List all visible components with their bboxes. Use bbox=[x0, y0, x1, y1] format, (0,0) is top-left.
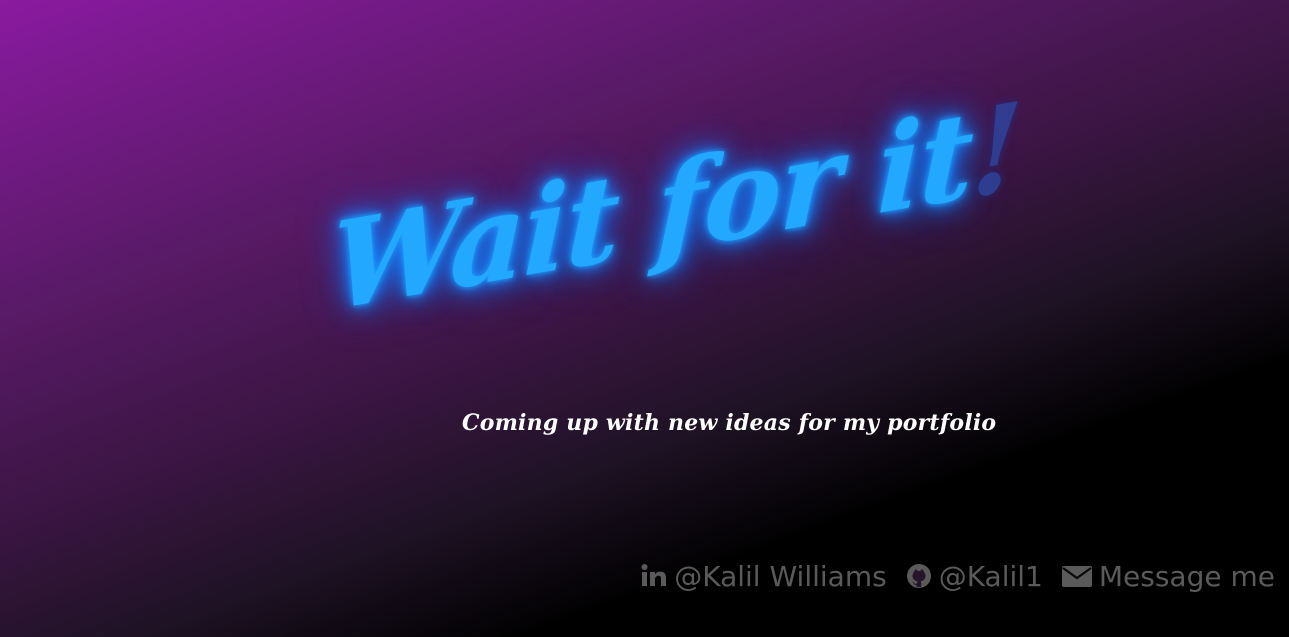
neon-sign: Wait for it! bbox=[330, 75, 1023, 410]
envelope-icon bbox=[1061, 562, 1093, 590]
linkedin-handle: @Kalil Williams bbox=[674, 559, 887, 593]
github-icon bbox=[905, 562, 933, 590]
contact-bar: @Kalil Williams @Kalil1 Message me bbox=[640, 556, 1275, 596]
message-label: Message me bbox=[1098, 559, 1275, 593]
linkedin-icon bbox=[640, 562, 668, 590]
page-title: Wait for it! bbox=[330, 75, 1023, 338]
landing-page: Wait for it! Coming up with new ideas fo… bbox=[0, 0, 1289, 637]
github-handle: @Kalil1 bbox=[938, 559, 1043, 593]
title-exclamation: ! bbox=[968, 74, 1023, 226]
page-subtitle: Coming up with new ideas for my portfoli… bbox=[462, 410, 997, 436]
github-link[interactable]: @Kalil1 bbox=[905, 560, 1043, 593]
title-text: Wait for it bbox=[329, 83, 974, 339]
linkedin-link[interactable]: @Kalil Williams bbox=[640, 559, 887, 593]
message-link[interactable]: Message me bbox=[1061, 560, 1275, 593]
